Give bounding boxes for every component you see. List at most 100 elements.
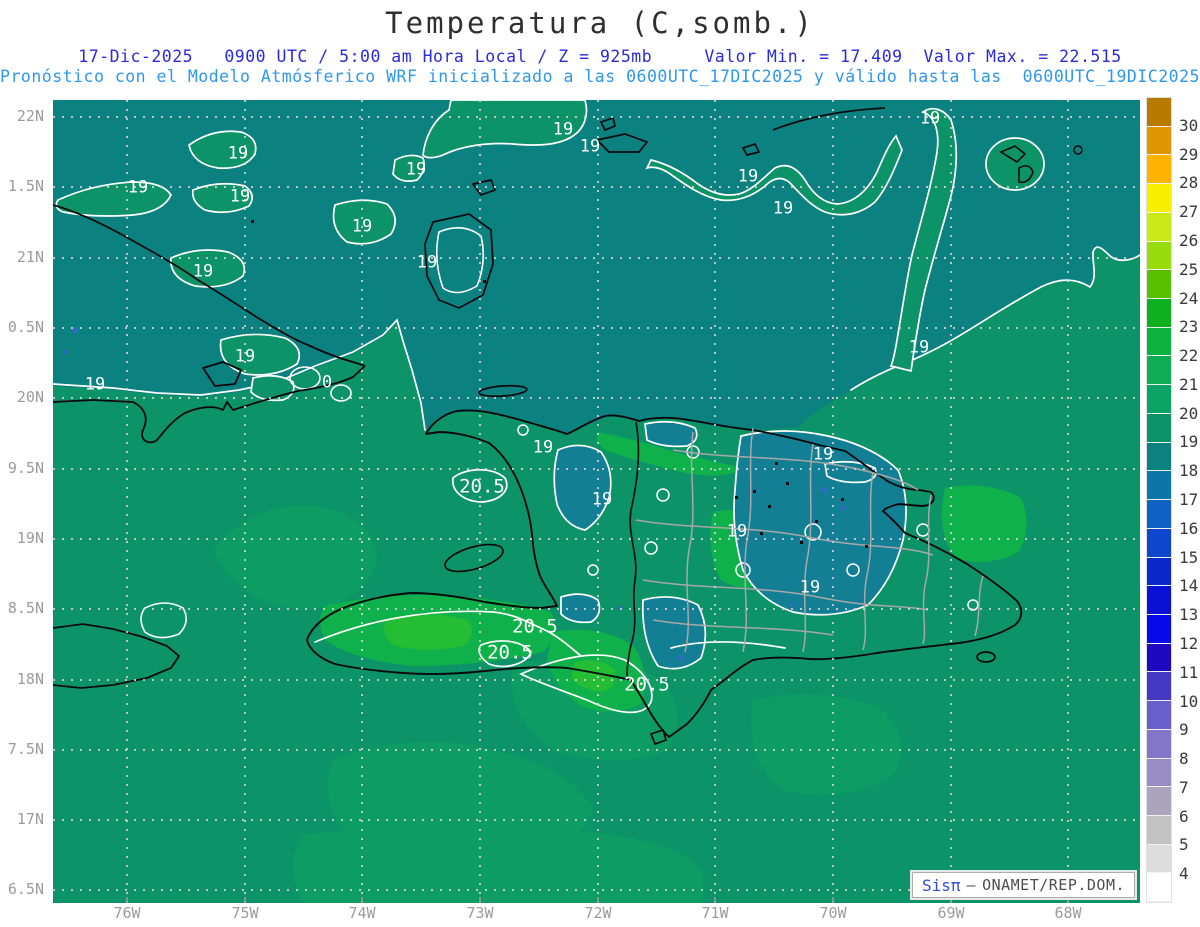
- watermark-org: ONAMET/REP.DOM.: [982, 876, 1125, 894]
- lat-label-20N: 20N: [0, 390, 44, 405]
- sispi-logo: Sisπ: [922, 876, 961, 895]
- colorbar-segment-6: [1147, 270, 1171, 299]
- colorbar-segment-16: [1147, 558, 1171, 587]
- colorbar-segment-11: [1147, 414, 1171, 443]
- colorbar-value-30: 30: [1179, 118, 1198, 134]
- colorbar-value-25: 25: [1179, 262, 1198, 278]
- contour-label-19-15: 19: [909, 340, 929, 357]
- lat-label-7.5N: 7.5N: [0, 742, 44, 757]
- contour-label-19-2: 19: [228, 146, 248, 163]
- colorbar-segment-20: [1147, 672, 1171, 701]
- colorbar-value-12: 12: [1179, 636, 1198, 652]
- contour-label-19-0: 19: [85, 377, 105, 394]
- contour-label-19-17: 19: [592, 492, 612, 509]
- colorbar-value-9: 9: [1179, 722, 1189, 738]
- contour-label-0-9: 0: [322, 375, 332, 392]
- lat-label-6.5N: 6.5N: [0, 882, 44, 897]
- lat-label-18N: 18N: [0, 672, 44, 687]
- colorbar-segment-8: [1147, 328, 1171, 357]
- lon-label-72W: 72W: [584, 906, 611, 921]
- contour-label-20.5-21: 20.5: [459, 478, 505, 497]
- contour-label-19-7: 19: [417, 255, 437, 272]
- colorbar-segment-10: [1147, 385, 1171, 414]
- colorbar-value-28: 28: [1179, 175, 1198, 191]
- colorbar-segment-14: [1147, 500, 1171, 529]
- lat-label-0.5N: 0.5N: [0, 320, 44, 335]
- lat-label-9.5N: 9.5N: [0, 461, 44, 476]
- colorbar-value-4: 4: [1179, 866, 1189, 882]
- colorbar-value-23: 23: [1179, 319, 1198, 335]
- watermark-badge: Sisπ – ONAMET/REP.DOM.: [912, 872, 1135, 898]
- colorbar-segment-12: [1147, 443, 1171, 472]
- colorbar-value-16: 16: [1179, 521, 1198, 537]
- colorbar-value-26: 26: [1179, 233, 1198, 249]
- contour-label-19-8: 19: [235, 349, 255, 366]
- colorbar-segment-22: [1147, 730, 1171, 759]
- lon-label-70W: 70W: [819, 906, 846, 921]
- colorbar-segment-2: [1147, 155, 1171, 184]
- contour-label-19-19: 19: [813, 447, 833, 464]
- contour-label-19-4: 19: [193, 264, 213, 281]
- colorbar-value-7: 7: [1179, 780, 1189, 796]
- colorbar-value-11: 11: [1179, 665, 1198, 681]
- colorbar-segment-13: [1147, 471, 1171, 500]
- contour-label-19-3: 19: [230, 189, 250, 206]
- lat-label-22N: 22N: [0, 109, 44, 124]
- lon-label-75W: 75W: [231, 906, 258, 921]
- lat-label-1.5N: 1.5N: [0, 179, 44, 194]
- colorbar-segment-26: [1147, 845, 1171, 874]
- contour-label-19-13: 19: [773, 201, 793, 218]
- colorbar-segment-24: [1147, 787, 1171, 816]
- lon-label-73W: 73W: [466, 906, 493, 921]
- contour-label-19-20: 19: [800, 580, 820, 597]
- watermark-separator: –: [967, 876, 977, 894]
- contour-label-19-12: 19: [738, 169, 758, 186]
- colorbar-segment-0: [1147, 98, 1171, 127]
- forecast-datetime-line: 17-Dic-2025 0900 UTC / 5:00 am Hora Loca…: [0, 47, 1200, 66]
- map-canvas: 1919191919191919190191919191919191919191…: [53, 100, 1140, 903]
- colorbar-segment-23: [1147, 759, 1171, 788]
- colorbar-value-24: 24: [1179, 291, 1198, 307]
- colorbar-value-18: 18: [1179, 463, 1198, 479]
- contour-label-19-11: 19: [580, 139, 600, 156]
- contour-label-19-18: 19: [727, 524, 747, 541]
- contour-label-19-16: 19: [533, 440, 553, 457]
- colorbar-segment-1: [1147, 127, 1171, 156]
- lon-label-68W: 68W: [1054, 906, 1081, 921]
- model-info-line: Pronóstico con el Modelo Atmósferico WRF…: [0, 67, 1200, 86]
- colorbar-segment-21: [1147, 701, 1171, 730]
- weather-map-page: { "header": { "title": "Temperatura (C,s…: [0, 0, 1200, 927]
- colorbar-value-17: 17: [1179, 492, 1198, 508]
- colorbar-value-19: 19: [1179, 434, 1198, 450]
- contour-label-20.5-24: 20.5: [624, 676, 670, 695]
- colorbar-segment-15: [1147, 529, 1171, 558]
- colorbar-value-6: 6: [1179, 809, 1189, 825]
- colorbar-segment-3: [1147, 184, 1171, 213]
- lon-label-76W: 76W: [113, 906, 140, 921]
- colorbar-value-8: 8: [1179, 751, 1189, 767]
- lon-label-74W: 74W: [348, 906, 375, 921]
- lat-label-19N: 19N: [0, 531, 44, 546]
- colorbar-value-20: 20: [1179, 406, 1198, 422]
- colorbar-value-21: 21: [1179, 377, 1198, 393]
- colorbar-segment-25: [1147, 816, 1171, 845]
- temperature-colorbar: [1146, 97, 1172, 903]
- lat-label-17N: 17N: [0, 812, 44, 827]
- colorbar-segment-5: [1147, 242, 1171, 271]
- colorbar-value-15: 15: [1179, 550, 1198, 566]
- colorbar-segment-18: [1147, 615, 1171, 644]
- contour-label-19-1: 19: [128, 180, 148, 197]
- contour-label-20.5-22: 20.5: [512, 618, 558, 637]
- lat-label-8.5N: 8.5N: [0, 601, 44, 616]
- lat-label-21N: 21N: [0, 250, 44, 265]
- colorbar-segment-9: [1147, 356, 1171, 385]
- colorbar-segment-19: [1147, 644, 1171, 673]
- colorbar-segment-27: [1147, 873, 1171, 902]
- colorbar-segment-17: [1147, 586, 1171, 615]
- colorbar-value-22: 22: [1179, 348, 1198, 364]
- colorbar-value-27: 27: [1179, 204, 1198, 220]
- contour-label-19-6: 19: [406, 162, 426, 179]
- colorbar-segment-7: [1147, 299, 1171, 328]
- contour-label-19-10: 19: [553, 122, 573, 139]
- contour-label-19-14: 19: [920, 111, 940, 128]
